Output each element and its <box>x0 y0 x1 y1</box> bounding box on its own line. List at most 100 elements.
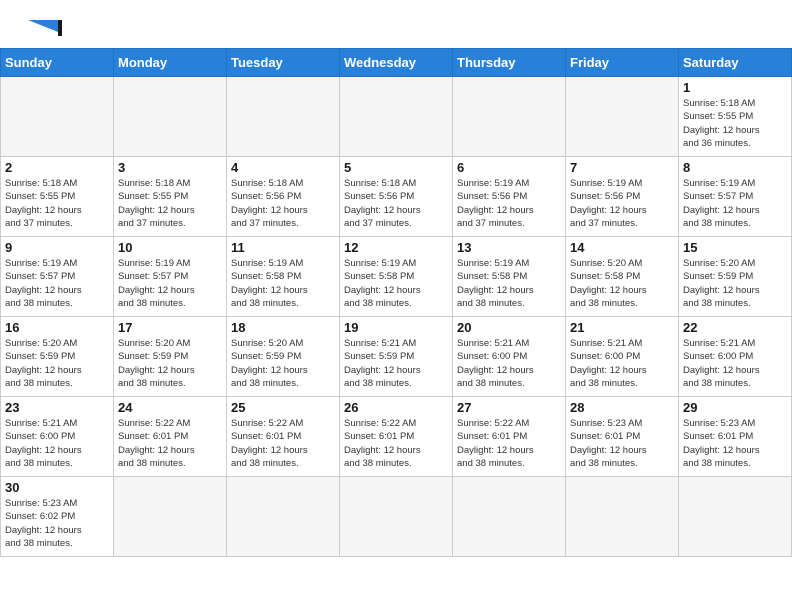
day-number: 18 <box>231 320 335 335</box>
calendar-cell <box>340 477 453 557</box>
weekday-header-thursday: Thursday <box>453 49 566 77</box>
calendar-cell: 12Sunrise: 5:19 AM Sunset: 5:58 PM Dayli… <box>340 237 453 317</box>
calendar-cell: 1Sunrise: 5:18 AM Sunset: 5:55 PM Daylig… <box>679 77 792 157</box>
day-info: Sunrise: 5:20 AM Sunset: 5:59 PM Dayligh… <box>231 337 335 390</box>
day-number: 4 <box>231 160 335 175</box>
weekday-header-saturday: Saturday <box>679 49 792 77</box>
week-row-3: 16 Sunrise: 5:20 AM Sunset: 5:59 PM Dayli… <box>1 317 792 397</box>
calendar-cell: 7 Sunrise: 5:19 AM Sunset: 5:56 PM Daylig… <box>566 157 679 237</box>
day-number: 28 <box>570 400 674 415</box>
day-number: 6 <box>457 160 561 175</box>
day-info: Sunrise: 5:22 AM Sunset: 6:01 PM Dayligh… <box>231 417 335 470</box>
day-info: Sunrise: 5:20 AM Sunset: 5:59 PM Dayligh… <box>118 337 222 390</box>
weekday-header-sunday: Sunday <box>1 49 114 77</box>
calendar-cell: 13Sunrise: 5:19 AM Sunset: 5:58 PM Dayli… <box>453 237 566 317</box>
calendar-cell <box>453 77 566 157</box>
day-info: Sunrise: 5:22 AM Sunset: 6:01 PM Dayligh… <box>457 417 561 470</box>
day-info: Sunrise: 5:18 AM Sunset: 5:55 PM Dayligh… <box>683 97 787 150</box>
calendar-cell: 27 Sunrise: 5:22 AM Sunset: 6:01 PM Dayli… <box>453 397 566 477</box>
day-info: Sunrise: 5:19 AM Sunset: 5:57 PM Dayligh… <box>118 257 222 310</box>
calendar-cell: 17Sunrise: 5:20 AM Sunset: 5:59 PM Dayli… <box>114 317 227 397</box>
calendar-cell <box>114 77 227 157</box>
calendar-cell <box>227 477 340 557</box>
day-info: Sunrise: 5:18 AM Sunset: 5:55 PM Dayligh… <box>5 177 109 230</box>
day-info: Sunrise: 5:21 AM Sunset: 5:59 PM Dayligh… <box>344 337 448 390</box>
week-row-5: 30 Sunrise: 5:23 AM Sunset: 6:02 PM Dayli… <box>1 477 792 557</box>
day-number: 9 <box>5 240 109 255</box>
day-number: 15 <box>683 240 787 255</box>
calendar-cell: 5 Sunrise: 5:18 AM Sunset: 5:56 PM Daylig… <box>340 157 453 237</box>
day-number: 2 <box>5 160 109 175</box>
day-number: 19 <box>344 320 448 335</box>
day-number: 10 <box>118 240 222 255</box>
day-number: 30 <box>5 480 109 495</box>
week-row-2: 9 Sunrise: 5:19 AM Sunset: 5:57 PM Daylig… <box>1 237 792 317</box>
calendar-cell <box>453 477 566 557</box>
day-info: Sunrise: 5:22 AM Sunset: 6:01 PM Dayligh… <box>118 417 222 470</box>
day-number: 22 <box>683 320 787 335</box>
calendar-cell: 26 Sunrise: 5:22 AM Sunset: 6:01 PM Dayli… <box>340 397 453 477</box>
calendar-cell: 24Sunrise: 5:22 AM Sunset: 6:01 PM Dayli… <box>114 397 227 477</box>
day-info: Sunrise: 5:21 AM Sunset: 6:00 PM Dayligh… <box>457 337 561 390</box>
day-number: 8 <box>683 160 787 175</box>
day-info: Sunrise: 5:19 AM Sunset: 5:57 PM Dayligh… <box>5 257 109 310</box>
calendar-cell: 8 Sunrise: 5:19 AM Sunset: 5:57 PM Daylig… <box>679 157 792 237</box>
day-number: 25 <box>231 400 335 415</box>
day-info: Sunrise: 5:20 AM Sunset: 5:59 PM Dayligh… <box>683 257 787 310</box>
day-info: Sunrise: 5:19 AM Sunset: 5:58 PM Dayligh… <box>457 257 561 310</box>
day-info: Sunrise: 5:18 AM Sunset: 5:56 PM Dayligh… <box>231 177 335 230</box>
calendar-cell <box>679 477 792 557</box>
calendar-cell: 19 Sunrise: 5:21 AM Sunset: 5:59 PM Dayli… <box>340 317 453 397</box>
day-info: Sunrise: 5:19 AM Sunset: 5:56 PM Dayligh… <box>457 177 561 230</box>
day-number: 27 <box>457 400 561 415</box>
calendar-cell <box>566 77 679 157</box>
logo-icon <box>20 18 70 38</box>
calendar-cell <box>340 77 453 157</box>
day-number: 5 <box>344 160 448 175</box>
calendar-table: SundayMondayTuesdayWednesdayThursdayFrid… <box>0 48 792 557</box>
day-number: 23 <box>5 400 109 415</box>
calendar-cell: 2 Sunrise: 5:18 AM Sunset: 5:55 PM Daylig… <box>1 157 114 237</box>
day-info: Sunrise: 5:21 AM Sunset: 6:00 PM Dayligh… <box>570 337 674 390</box>
calendar-cell <box>114 477 227 557</box>
day-number: 11 <box>231 240 335 255</box>
week-row-4: 23Sunrise: 5:21 AM Sunset: 6:00 PM Dayli… <box>1 397 792 477</box>
day-info: Sunrise: 5:20 AM Sunset: 5:58 PM Dayligh… <box>570 257 674 310</box>
day-info: Sunrise: 5:23 AM Sunset: 6:02 PM Dayligh… <box>5 497 109 550</box>
week-row-0: 1Sunrise: 5:18 AM Sunset: 5:55 PM Daylig… <box>1 77 792 157</box>
day-info: Sunrise: 5:22 AM Sunset: 6:01 PM Dayligh… <box>344 417 448 470</box>
calendar-cell <box>227 77 340 157</box>
day-info: Sunrise: 5:18 AM Sunset: 5:56 PM Dayligh… <box>344 177 448 230</box>
calendar-cell: 3Sunrise: 5:18 AM Sunset: 5:55 PM Daylig… <box>114 157 227 237</box>
calendar-cell: 18 Sunrise: 5:20 AM Sunset: 5:59 PM Dayli… <box>227 317 340 397</box>
day-number: 29 <box>683 400 787 415</box>
calendar-cell: 30 Sunrise: 5:23 AM Sunset: 6:02 PM Dayli… <box>1 477 114 557</box>
day-info: Sunrise: 5:19 AM Sunset: 5:58 PM Dayligh… <box>231 257 335 310</box>
weekday-header-friday: Friday <box>566 49 679 77</box>
calendar-cell: 6 Sunrise: 5:19 AM Sunset: 5:56 PM Daylig… <box>453 157 566 237</box>
calendar-cell <box>1 77 114 157</box>
calendar-cell: 4 Sunrise: 5:18 AM Sunset: 5:56 PM Daylig… <box>227 157 340 237</box>
calendar-cell: 22Sunrise: 5:21 AM Sunset: 6:00 PM Dayli… <box>679 317 792 397</box>
day-info: Sunrise: 5:19 AM Sunset: 5:57 PM Dayligh… <box>683 177 787 230</box>
day-number: 20 <box>457 320 561 335</box>
calendar-cell: 10 Sunrise: 5:19 AM Sunset: 5:57 PM Dayli… <box>114 237 227 317</box>
day-number: 26 <box>344 400 448 415</box>
calendar-cell: 20 Sunrise: 5:21 AM Sunset: 6:00 PM Dayli… <box>453 317 566 397</box>
day-info: Sunrise: 5:19 AM Sunset: 5:58 PM Dayligh… <box>344 257 448 310</box>
calendar-cell: 21Sunrise: 5:21 AM Sunset: 6:00 PM Dayli… <box>566 317 679 397</box>
calendar-cell: 16Sunrise: 5:20 AM Sunset: 5:59 PM Dayli… <box>1 317 114 397</box>
day-number: 7 <box>570 160 674 175</box>
calendar-cell: 15 Sunrise: 5:20 AM Sunset: 5:59 PM Dayli… <box>679 237 792 317</box>
calendar-cell: 14Sunrise: 5:20 AM Sunset: 5:58 PM Dayli… <box>566 237 679 317</box>
day-info: Sunrise: 5:23 AM Sunset: 6:01 PM Dayligh… <box>683 417 787 470</box>
week-row-1: 2 Sunrise: 5:18 AM Sunset: 5:55 PM Daylig… <box>1 157 792 237</box>
day-info: Sunrise: 5:19 AM Sunset: 5:56 PM Dayligh… <box>570 177 674 230</box>
calendar-cell: 25 Sunrise: 5:22 AM Sunset: 6:01 PM Dayli… <box>227 397 340 477</box>
calendar-cell: 23Sunrise: 5:21 AM Sunset: 6:00 PM Dayli… <box>1 397 114 477</box>
calendar-cell <box>566 477 679 557</box>
calendar-cell: 11 Sunrise: 5:19 AM Sunset: 5:58 PM Dayli… <box>227 237 340 317</box>
day-number: 3 <box>118 160 222 175</box>
calendar-cell: 29 Sunrise: 5:23 AM Sunset: 6:01 PM Dayli… <box>679 397 792 477</box>
day-number: 16 <box>5 320 109 335</box>
